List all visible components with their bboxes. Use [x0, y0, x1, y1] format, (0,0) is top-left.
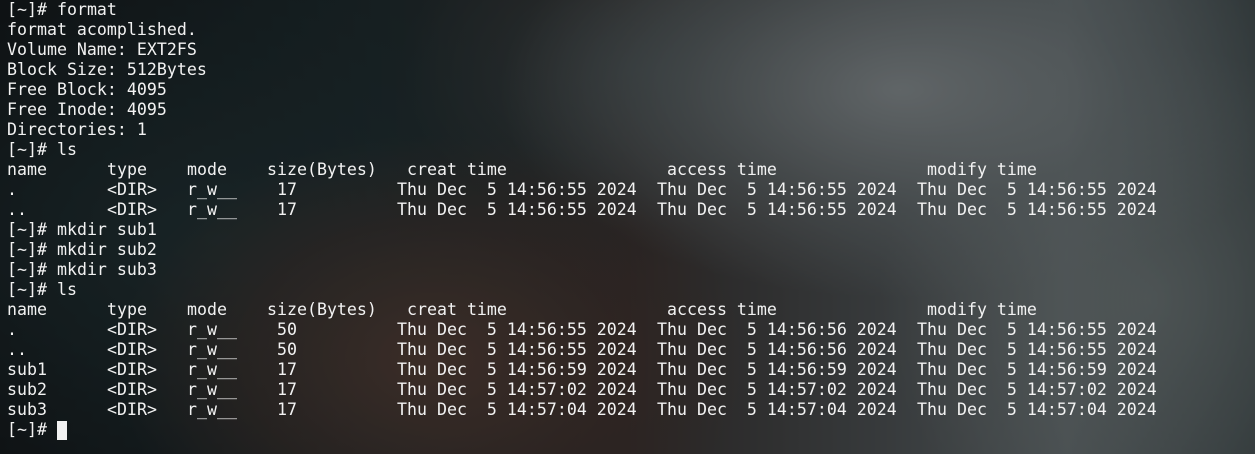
command-line: [~]# ls [7, 140, 1255, 160]
entry-creat-time: Thu Dec 5 14:56:59 2024 [397, 360, 637, 379]
header-modify-time: modify time [927, 300, 1037, 319]
output-line: Free Block: 4095 [7, 80, 167, 99]
entry-modify-time: Thu Dec 5 14:56:59 2024 [917, 360, 1157, 379]
entry-mode: r_w__ [187, 360, 237, 379]
entry-creat-time: Thu Dec 5 14:57:04 2024 [397, 400, 637, 419]
output-line: Volume Name: EXT2FS [7, 40, 197, 59]
entry-creat-time: Thu Dec 5 14:57:02 2024 [397, 380, 637, 399]
command-text: ls [56, 280, 77, 299]
entry-size: 17 [277, 400, 297, 419]
header-mode: mode [187, 300, 227, 319]
header-access-time: access time [667, 300, 777, 319]
listing-row: sub1 <DIR> r_w__ 17 Thu Dec 5 14:56:59 2… [7, 360, 1255, 380]
entry-mode: r_w__ [187, 340, 237, 359]
entry-name: . [7, 180, 17, 199]
entry-type: <DIR> [107, 360, 157, 379]
entry-access-time: Thu Dec 5 14:56:56 2024 [657, 320, 897, 339]
listing-header: name type mode size(Bytes) creat time ac… [7, 160, 1255, 180]
listing-row: . <DIR> r_w__ 50 Thu Dec 5 14:56:55 2024… [7, 320, 1255, 340]
header-creat-time: creat time [407, 300, 507, 319]
header-name: name [7, 300, 47, 319]
output-line: Block Size: 512Bytes [7, 60, 207, 79]
command-line: [~]# mkdir sub2 [7, 240, 1255, 260]
command-text: mkdir sub1 [56, 220, 157, 239]
entry-mode: r_w__ [187, 320, 237, 339]
command-text: format [56, 0, 117, 19]
entry-name: .. [7, 200, 27, 219]
entry-access-time: Thu Dec 5 14:56:55 2024 [657, 180, 897, 199]
entry-modify-time: Thu Dec 5 14:56:55 2024 [917, 320, 1157, 339]
command-line: [~]# format [7, 0, 1255, 20]
entry-access-time: Thu Dec 5 14:57:02 2024 [657, 380, 897, 399]
output-line: format acomplished. [7, 20, 197, 39]
header-mode: mode [187, 160, 227, 179]
entry-modify-time: Thu Dec 5 14:57:04 2024 [917, 400, 1157, 419]
entry-name: . [7, 320, 17, 339]
header-access-time: access time [667, 160, 777, 179]
command-text: mkdir sub2 [56, 240, 157, 259]
entry-creat-time: Thu Dec 5 14:56:55 2024 [397, 200, 637, 219]
command-line: [~]# mkdir sub3 [7, 260, 1255, 280]
entry-creat-time: Thu Dec 5 14:56:55 2024 [397, 340, 637, 359]
entry-name: sub3 [7, 400, 47, 419]
entry-mode: r_w__ [187, 400, 237, 419]
listing-header: name type mode size(Bytes) creat time ac… [7, 300, 1255, 320]
text-cursor[interactable] [56, 420, 67, 440]
entry-modify-time: Thu Dec 5 14:56:55 2024 [917, 340, 1157, 359]
header-size: size(Bytes) [267, 300, 377, 319]
listing-row: sub2 <DIR> r_w__ 17 Thu Dec 5 14:57:02 2… [7, 380, 1255, 400]
entry-type: <DIR> [107, 340, 157, 359]
entry-name: sub1 [7, 360, 47, 379]
command-text: ls [56, 140, 77, 159]
entry-creat-time: Thu Dec 5 14:56:55 2024 [397, 180, 637, 199]
listing-row: . <DIR> r_w__ 17 Thu Dec 5 14:56:55 2024… [7, 180, 1255, 200]
entry-creat-time: Thu Dec 5 14:56:55 2024 [397, 320, 637, 339]
entry-type: <DIR> [107, 400, 157, 419]
entry-access-time: Thu Dec 5 14:56:55 2024 [657, 200, 897, 219]
entry-mode: r_w__ [187, 380, 237, 399]
header-size: size(Bytes) [267, 160, 377, 179]
shell-prompt: [~]# [7, 0, 47, 19]
entry-mode: r_w__ [187, 200, 237, 219]
output-line: Free Inode: 4095 [7, 100, 167, 119]
header-type: type [107, 300, 147, 319]
entry-name: sub2 [7, 380, 47, 399]
entry-name: .. [7, 340, 27, 359]
entry-type: <DIR> [107, 180, 157, 199]
entry-type: <DIR> [107, 200, 157, 219]
entry-size: 17 [277, 180, 297, 199]
entry-modify-time: Thu Dec 5 14:56:55 2024 [917, 200, 1157, 219]
command-line: [~]# ls [7, 280, 1255, 300]
header-creat-time: creat time [407, 160, 507, 179]
listing-row: sub3 <DIR> r_w__ 17 Thu Dec 5 14:57:04 2… [7, 400, 1255, 420]
command-text: mkdir sub3 [56, 260, 157, 279]
listing-row: .. <DIR> r_w__ 50 Thu Dec 5 14:56:55 202… [7, 340, 1255, 360]
entry-type: <DIR> [107, 380, 157, 399]
entry-modify-time: Thu Dec 5 14:57:02 2024 [917, 380, 1157, 399]
active-prompt-line[interactable]: [~]# [7, 420, 1255, 440]
terminal-window[interactable]: [~]# format format acomplished. Volume N… [7, 0, 1255, 454]
listing-row: .. <DIR> r_w__ 17 Thu Dec 5 14:56:55 202… [7, 200, 1255, 220]
output-line: Directories: 1 [7, 120, 147, 139]
header-name: name [7, 160, 47, 179]
shell-prompt: [~]# [7, 140, 47, 159]
header-type: type [107, 160, 147, 179]
entry-access-time: Thu Dec 5 14:56:56 2024 [657, 340, 897, 359]
entry-size: 50 [277, 340, 297, 359]
entry-size: 50 [277, 320, 297, 339]
header-modify-time: modify time [927, 160, 1037, 179]
entry-size: 17 [277, 380, 297, 399]
entry-modify-time: Thu Dec 5 14:56:55 2024 [917, 180, 1157, 199]
command-line: [~]# mkdir sub1 [7, 220, 1255, 240]
entry-mode: r_w__ [187, 180, 237, 199]
entry-access-time: Thu Dec 5 14:56:59 2024 [657, 360, 897, 379]
entry-size: 17 [277, 360, 297, 379]
entry-type: <DIR> [107, 320, 157, 339]
entry-size: 17 [277, 200, 297, 219]
entry-access-time: Thu Dec 5 14:57:04 2024 [657, 400, 897, 419]
